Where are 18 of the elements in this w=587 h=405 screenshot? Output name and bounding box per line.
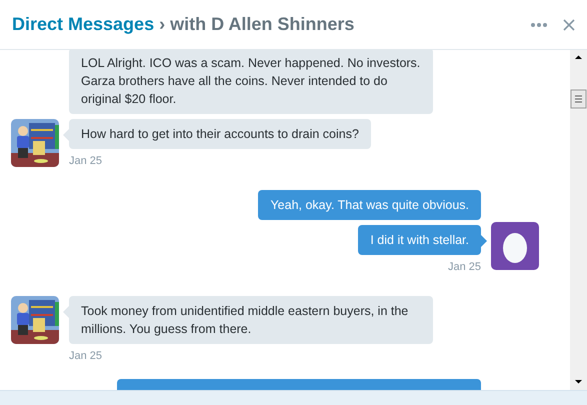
- egg-avatar-icon: [491, 222, 539, 270]
- close-icon[interactable]: [563, 18, 575, 30]
- scrollbar[interactable]: [570, 50, 587, 390]
- message-date: Jan 25: [69, 349, 104, 363]
- breadcrumb-separator: ›: [159, 13, 166, 36]
- more-icon[interactable]: [531, 22, 547, 26]
- bubble-tail: [63, 129, 69, 141]
- message-bubble: Took money from unidentified middle eastern buyers, in the millions. You guess from there.: [69, 296, 433, 344]
- conversation-title: with D Allen Shinners: [170, 13, 354, 36]
- bubble-tail: [63, 306, 69, 318]
- message-bubble: Yeah, okay. That was quite obvious.: [258, 190, 481, 220]
- header-link[interactable]: Direct Messages: [12, 11, 154, 38]
- bubble-tail: [481, 235, 487, 247]
- message-bubble: LOL Alright. ICO was a scam. Never happened. No investors. Garza brothers have all the coins. Never intended to do original $20 floor.: [69, 50, 433, 114]
- message-bubble: How hard to get into their accounts to drain coins?: [69, 119, 371, 149]
- message-date: Jan 25: [448, 260, 481, 274]
- message-bubble: I did it with stellar.: [358, 225, 481, 255]
- message-date: Jan 25: [69, 154, 104, 168]
